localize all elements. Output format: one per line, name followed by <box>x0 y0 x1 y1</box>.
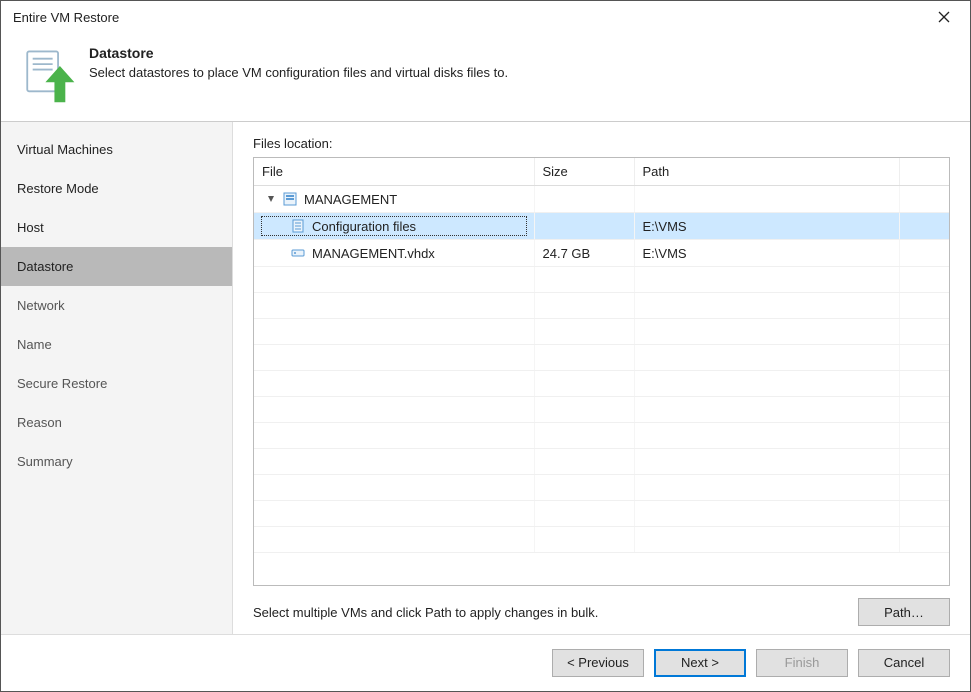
table-row-empty <box>254 423 949 449</box>
col-header-file[interactable]: File <box>254 158 534 186</box>
hint-row: Select multiple VMs and click Path to ap… <box>253 586 950 626</box>
step-network[interactable]: Network <box>1 286 232 325</box>
table-row[interactable]: Configuration files E:\VMS <box>254 213 949 240</box>
file-size: 24.7 GB <box>534 240 634 267</box>
file-size <box>534 186 634 213</box>
step-datastore[interactable]: Datastore <box>1 247 232 286</box>
col-header-spare <box>899 158 949 186</box>
step-reason[interactable]: Reason <box>1 403 232 442</box>
col-header-size[interactable]: Size <box>534 158 634 186</box>
step-summary[interactable]: Summary <box>1 442 232 481</box>
page-subtitle: Select datastores to place VM configurat… <box>89 65 508 80</box>
file-name: MANAGEMENT <box>304 192 397 207</box>
previous-button[interactable]: < Previous <box>552 649 644 677</box>
step-name[interactable]: Name <box>1 325 232 364</box>
file-path <box>634 186 899 213</box>
wizard-footer: < Previous Next > Finish Cancel <box>1 634 970 690</box>
table-row[interactable]: MANAGEMENT <box>254 186 949 213</box>
main-panel: Files location: File Size Path <box>233 122 970 634</box>
table-row-empty <box>254 397 949 423</box>
wizard-header: Datastore Select datastores to place VM … <box>1 33 970 122</box>
col-header-path[interactable]: Path <box>634 158 899 186</box>
step-restore-mode[interactable]: Restore Mode <box>1 169 232 208</box>
table-row-empty <box>254 319 949 345</box>
table-row-empty <box>254 345 949 371</box>
config-file-icon <box>290 218 306 234</box>
wizard-steps: Virtual Machines Restore Mode Host Datas… <box>1 122 233 634</box>
titlebar: Entire VM Restore <box>1 1 970 33</box>
disk-icon <box>290 245 306 261</box>
close-icon <box>938 11 950 23</box>
expand-toggle[interactable] <box>266 194 276 204</box>
table-header-row: File Size Path <box>254 158 949 186</box>
table-row-empty <box>254 293 949 319</box>
table-row-empty <box>254 501 949 527</box>
file-path: E:\VMS <box>634 213 899 240</box>
page-title: Datastore <box>89 45 508 61</box>
table-row-empty <box>254 267 949 293</box>
finish-button[interactable]: Finish <box>756 649 848 677</box>
table-row-empty <box>254 527 949 553</box>
table-row-empty <box>254 475 949 501</box>
vm-icon <box>282 191 298 207</box>
step-host[interactable]: Host <box>1 208 232 247</box>
path-button[interactable]: Path… <box>858 598 950 626</box>
wizard-body: Virtual Machines Restore Mode Host Datas… <box>1 122 970 634</box>
files-table: File Size Path <box>253 157 950 586</box>
table-row-empty <box>254 449 949 475</box>
file-name: Configuration files <box>312 219 416 234</box>
step-secure-restore[interactable]: Secure Restore <box>1 364 232 403</box>
file-size <box>534 213 634 240</box>
table-row-empty <box>254 371 949 397</box>
files-location-label: Files location: <box>253 136 950 151</box>
table-row[interactable]: MANAGEMENT.vhdx 24.7 GB E:\VMS <box>254 240 949 267</box>
next-button[interactable]: Next > <box>654 649 746 677</box>
close-button[interactable] <box>926 3 962 31</box>
datastore-restore-icon <box>17 43 81 107</box>
file-path: E:\VMS <box>634 240 899 267</box>
bulk-hint: Select multiple VMs and click Path to ap… <box>253 605 858 620</box>
file-name: MANAGEMENT.vhdx <box>312 246 435 261</box>
wizard-header-text: Datastore Select datastores to place VM … <box>89 43 508 80</box>
cancel-button[interactable]: Cancel <box>858 649 950 677</box>
window-title: Entire VM Restore <box>13 10 926 25</box>
step-virtual-machines[interactable]: Virtual Machines <box>1 130 232 169</box>
